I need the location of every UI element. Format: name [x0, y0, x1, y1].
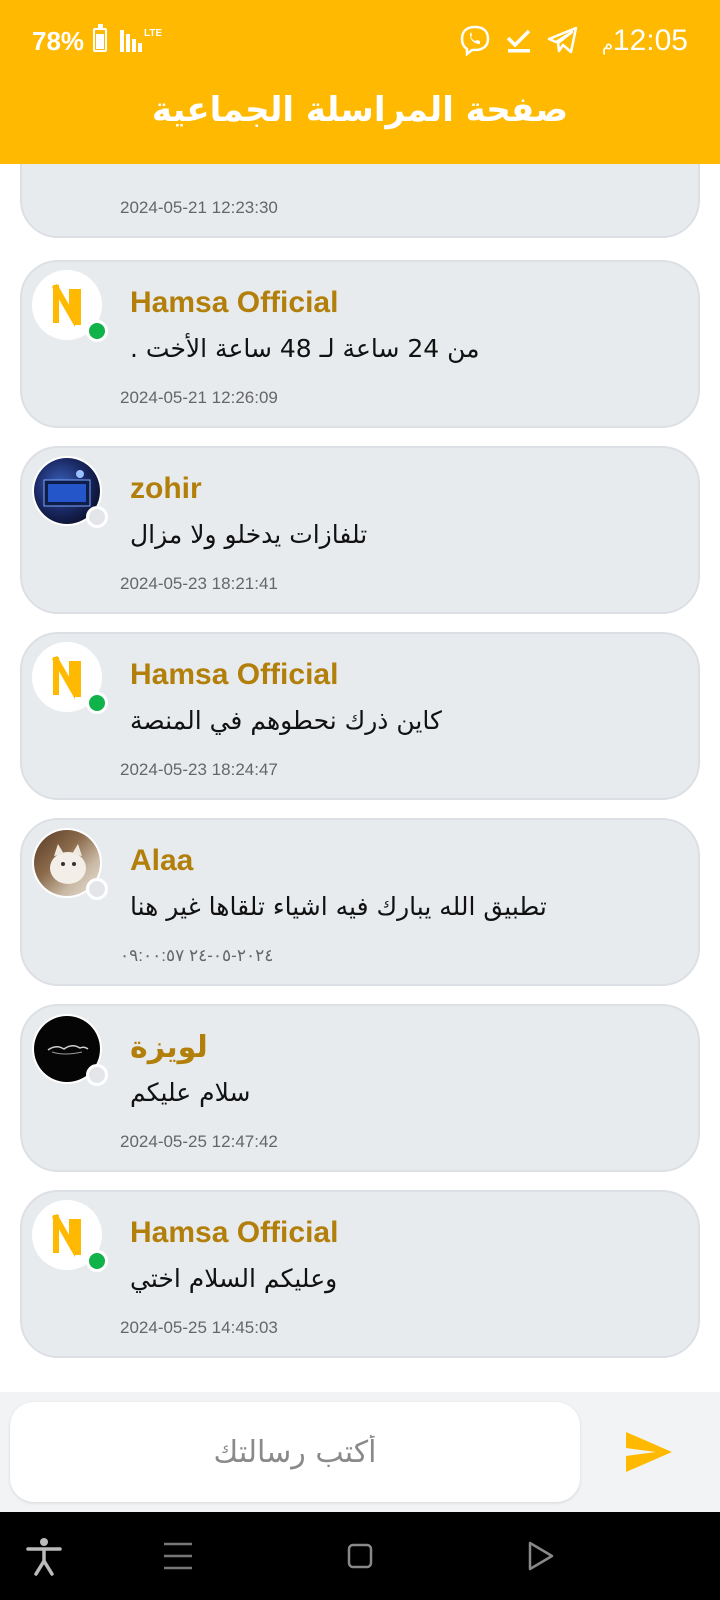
- message-card: Hamsa Official من 24 ساعة لـ 48 ساعة الأ…: [20, 260, 700, 428]
- message-text: من 24 ساعة لـ 48 ساعة الأخت .: [130, 334, 480, 363]
- viber-icon: [460, 25, 490, 56]
- send-icon[interactable]: [624, 1428, 674, 1476]
- message-card: لويزة سلام عليكم 2024-05-25 12:47:42: [20, 1004, 700, 1172]
- download-done-icon: [506, 29, 531, 53]
- message-feed[interactable]: 2024-05-21 12:23:30 Hamsa Official من 24…: [0, 164, 720, 1392]
- message-text: تطبيق الله يبارك فيه اشياء تلقاها غير هن…: [130, 892, 547, 921]
- sender-name: Hamsa Official: [130, 286, 339, 319]
- message-time: 2024-05-23 18:24:47: [120, 760, 278, 779]
- home-icon[interactable]: [338, 1534, 382, 1578]
- message-time: 2024-05-25 12:47:42: [120, 1132, 278, 1151]
- app-header: 78% LTE م 12:05 صفحة المراسلة الجماعية: [0, 0, 720, 164]
- message-card: 2024-05-21 12:23:30: [20, 164, 700, 238]
- avatar[interactable]: [32, 270, 108, 342]
- time-period: م: [602, 34, 614, 55]
- battery-icon: [93, 24, 107, 52]
- status-bar: 78% LTE م 12:05: [0, 0, 720, 82]
- message-time: 2024-05-25 14:45:03: [120, 1318, 278, 1337]
- message-text: كاين ذرك نحطوهم في المنصة: [130, 706, 442, 735]
- back-icon[interactable]: [518, 1534, 562, 1578]
- sender-name: لويزة: [130, 1030, 208, 1065]
- clock: 12:05: [612, 24, 688, 57]
- message-time: ٢٠٢٤-٠٥-٢٤ ٠٩:٠٠:٥٧: [120, 946, 274, 965]
- message-card: zohir تلفازات يدخلو ولا مزال 2024-05-23 …: [20, 446, 700, 614]
- recent-apps-icon[interactable]: [156, 1534, 200, 1578]
- system-nav-bar: [0, 1512, 720, 1600]
- message-card: Hamsa Official كاين ذرك نحطوهم في المنصة…: [20, 632, 700, 800]
- message-composer: [0, 1392, 720, 1512]
- offline-status-dot: [86, 506, 108, 528]
- message-text: وعليكم السلام اختي: [130, 1264, 338, 1293]
- network-type: LTE: [144, 28, 163, 39]
- telegram-icon: [547, 26, 578, 54]
- message-text: سلام عليكم: [130, 1078, 251, 1107]
- online-status-dot: [86, 320, 108, 342]
- avatar[interactable]: [32, 456, 108, 528]
- message-card: Hamsa Official وعليكم السلام اختي 2024-0…: [20, 1190, 700, 1358]
- sender-name: zohir: [130, 472, 202, 505]
- sender-name: Alaa: [130, 844, 194, 877]
- offline-status-dot: [86, 878, 108, 900]
- message-time: 2024-05-21 12:26:09: [120, 388, 278, 407]
- avatar[interactable]: [32, 1014, 108, 1086]
- sender-name: Hamsa Official: [130, 1216, 339, 1249]
- message-time: 2024-05-21 12:23:30: [120, 198, 278, 217]
- message-card: Alaa تطبيق الله يبارك فيه اشياء تلقاها غ…: [20, 818, 700, 986]
- page-title: صفحة المراسلة الجماعية: [151, 90, 569, 130]
- avatar[interactable]: [32, 642, 108, 714]
- message-time: 2024-05-23 18:21:41: [120, 574, 278, 593]
- online-status-dot: [86, 692, 108, 714]
- sender-name: Hamsa Official: [130, 658, 339, 691]
- message-input[interactable]: [10, 1402, 580, 1502]
- message-text: تلفازات يدخلو ولا مزال: [130, 520, 368, 549]
- battery-level: 78%: [32, 26, 85, 56]
- avatar[interactable]: [32, 1200, 108, 1272]
- avatar[interactable]: [32, 828, 108, 900]
- accessibility-icon[interactable]: [22, 1534, 66, 1578]
- offline-status-dot: [86, 1064, 108, 1086]
- online-status-dot: [86, 1250, 108, 1272]
